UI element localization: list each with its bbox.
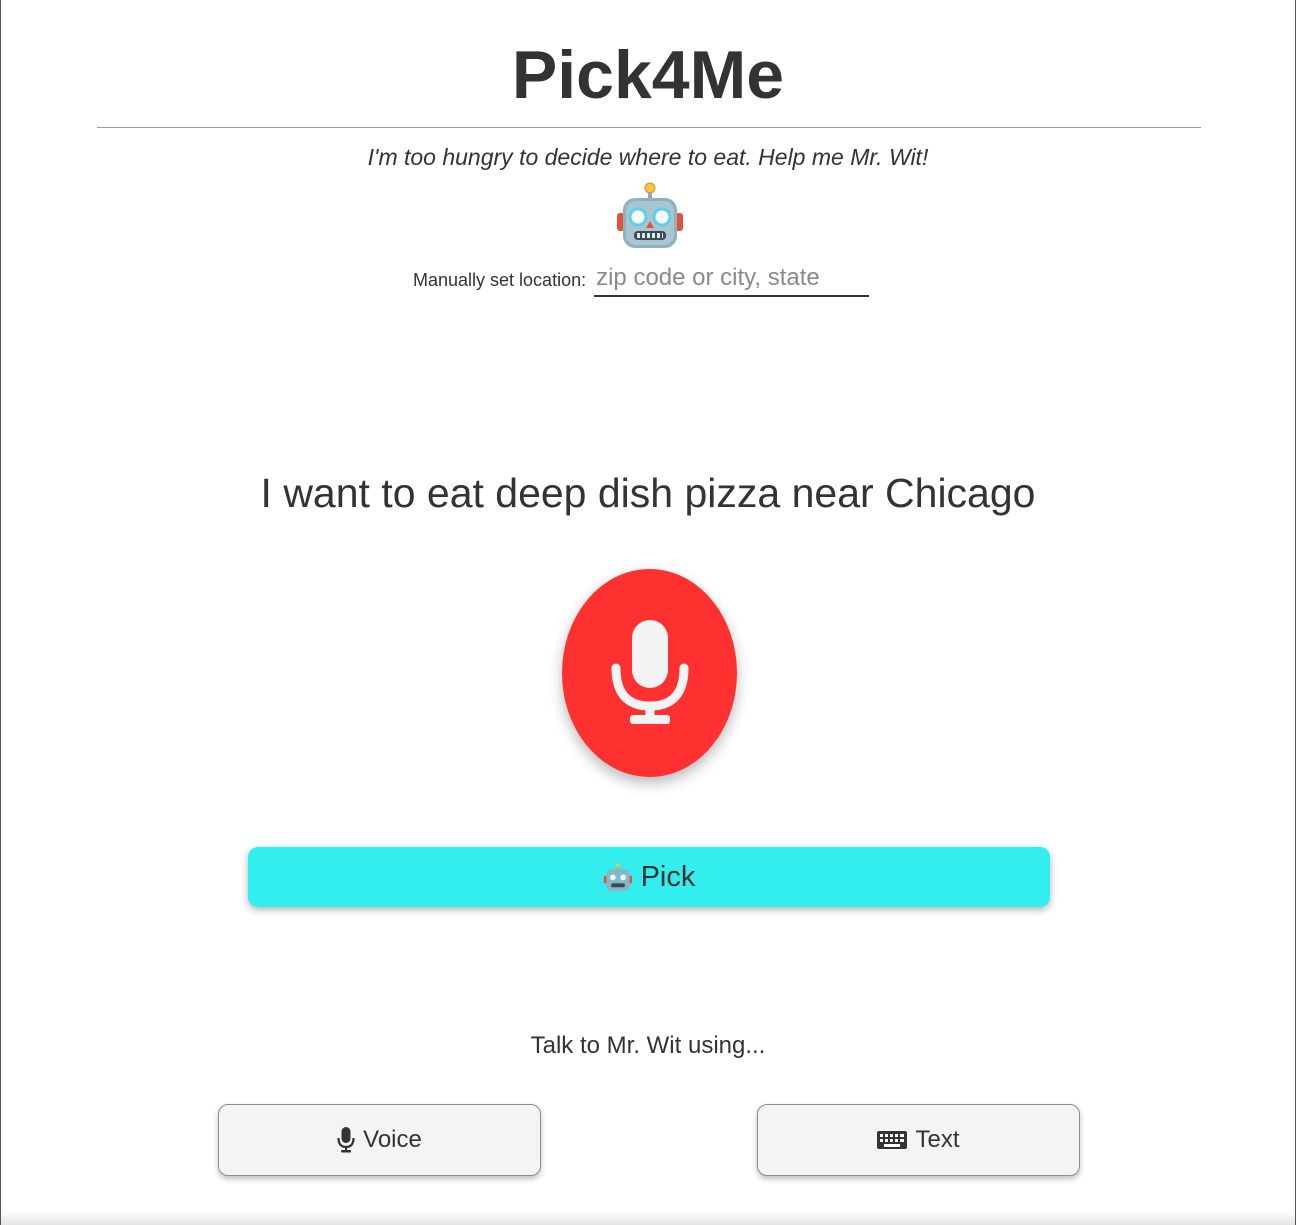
location-label: Manually set location: [413, 270, 587, 290]
query-text: I want to eat deep dish pizza near Chica… [260, 470, 1036, 516]
app-subtitle: I'm too hungry to decide where to eat. H… [367, 144, 929, 170]
voice-button-label: Voice [363, 1126, 422, 1153]
microphone-icon [611, 620, 688, 724]
bottom-edge [1, 1211, 1295, 1225]
voice-button[interactable]: Voice [218, 1104, 541, 1176]
pick-button[interactable]: Pick [248, 847, 1050, 907]
location-row: Manually set location: [413, 261, 870, 297]
text-button-label: Text [915, 1126, 960, 1153]
keyboard-icon [877, 1131, 908, 1149]
pick-button-label: Pick [640, 860, 696, 893]
robot-icon [617, 182, 683, 248]
robot-icon [603, 862, 632, 891]
app-title: Pick4Me [511, 37, 785, 113]
mode-intro-text: Talk to Mr. Wit using... [530, 1032, 766, 1059]
microphone-icon [337, 1127, 355, 1153]
text-button[interactable]: Text [757, 1104, 1080, 1176]
location-input[interactable] [594, 263, 870, 297]
microphone-button[interactable] [562, 569, 737, 777]
header-divider [97, 127, 1201, 128]
